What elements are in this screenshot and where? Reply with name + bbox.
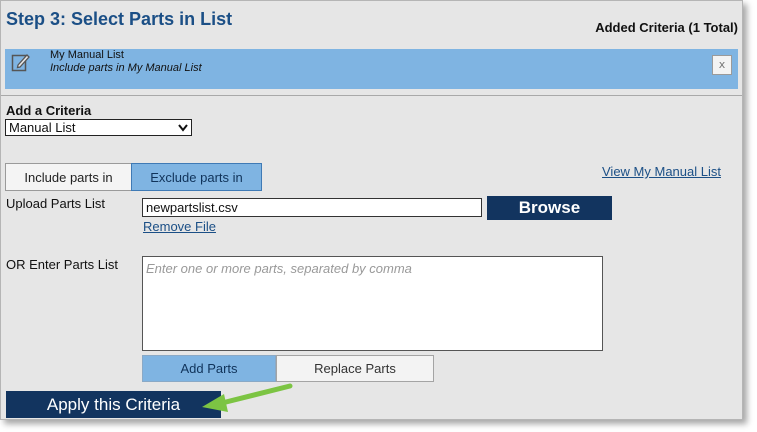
- remove-file-link[interactable]: Remove File: [143, 219, 216, 234]
- browse-button[interactable]: Browse: [487, 196, 612, 220]
- file-name-field[interactable]: newpartslist.csv: [142, 198, 482, 217]
- criteria-description: Include parts in My Manual List: [50, 62, 202, 74]
- criteria-select-value: Manual List: [9, 120, 76, 135]
- edit-note-icon: [11, 54, 30, 72]
- apply-criteria-button[interactable]: Apply this Criteria: [6, 391, 221, 418]
- divider: [1, 95, 742, 96]
- parts-list-placeholder: Enter one or more parts, separated by co…: [146, 261, 412, 276]
- tab-include-parts[interactable]: Include parts in: [5, 163, 132, 191]
- add-criteria-label: Add a Criteria: [6, 103, 92, 118]
- remove-criteria-button[interactable]: x: [712, 55, 732, 75]
- parts-list-textarea[interactable]: Enter one or more parts, separated by co…: [142, 256, 603, 351]
- view-manual-list-link[interactable]: View My Manual List: [602, 164, 721, 179]
- upload-parts-label: Upload Parts List: [6, 196, 105, 211]
- arrow-icon: [202, 383, 293, 412]
- criteria-row: My Manual List Include parts in My Manua…: [5, 49, 738, 89]
- replace-parts-button[interactable]: Replace Parts: [276, 355, 434, 382]
- tab-exclude-parts[interactable]: Exclude parts in: [131, 163, 262, 191]
- enter-parts-label: OR Enter Parts List: [6, 257, 118, 272]
- criteria-select[interactable]: Manual List: [5, 119, 192, 136]
- added-criteria-count: Added Criteria (1 Total): [595, 20, 738, 35]
- chevron-down-icon: [178, 124, 188, 132]
- criteria-name: My Manual List: [50, 49, 124, 61]
- page-title: Step 3: Select Parts in List: [6, 9, 233, 29]
- step-panel: Step 3: Select Parts in List Added Crite…: [0, 0, 743, 420]
- add-parts-button[interactable]: Add Parts: [142, 355, 276, 382]
